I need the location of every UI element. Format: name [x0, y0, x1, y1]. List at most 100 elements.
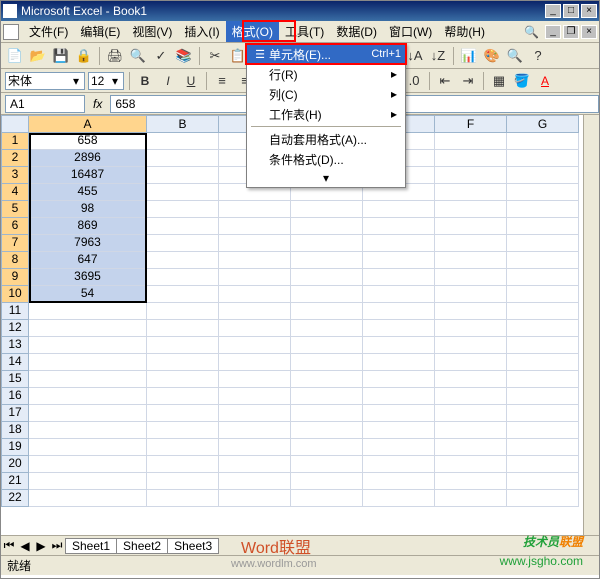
cell-B7[interactable]: [147, 235, 219, 252]
cell-F5[interactable]: [435, 201, 507, 218]
cell-C7[interactable]: [219, 235, 291, 252]
cell-B3[interactable]: [147, 167, 219, 184]
cell-A1[interactable]: 658: [29, 133, 147, 150]
cell-C12[interactable]: [219, 320, 291, 337]
close-button[interactable]: ×: [581, 4, 597, 18]
cell-F22[interactable]: [435, 490, 507, 507]
cell-D6[interactable]: [291, 218, 363, 235]
cell-G1[interactable]: [507, 133, 579, 150]
cell-G20[interactable]: [507, 456, 579, 473]
cell-A12[interactable]: [29, 320, 147, 337]
cell-A17[interactable]: [29, 405, 147, 422]
permission-icon[interactable]: 🔒: [74, 46, 94, 66]
cell-D14[interactable]: [291, 354, 363, 371]
spell-icon[interactable]: ✓: [151, 46, 171, 66]
row-header-17[interactable]: 17: [1, 405, 29, 422]
cell-F7[interactable]: [435, 235, 507, 252]
italic-icon[interactable]: I: [158, 71, 178, 91]
cell-F17[interactable]: [435, 405, 507, 422]
decrease-decimal-icon[interactable]: .0: [404, 71, 424, 91]
cell-D20[interactable]: [291, 456, 363, 473]
cell-F8[interactable]: [435, 252, 507, 269]
row-header-22[interactable]: 22: [1, 490, 29, 507]
save-icon[interactable]: 💾: [51, 46, 71, 66]
cell-G16[interactable]: [507, 388, 579, 405]
copy-icon[interactable]: 📋: [228, 46, 248, 66]
tab-last-icon[interactable]: ⏭: [49, 538, 65, 553]
row-header-9[interactable]: 9: [1, 269, 29, 286]
menu-file[interactable]: 文件(F): [23, 21, 74, 42]
cell-D16[interactable]: [291, 388, 363, 405]
cell-G5[interactable]: [507, 201, 579, 218]
cell-G7[interactable]: [507, 235, 579, 252]
row-header-11[interactable]: 11: [1, 303, 29, 320]
cell-B9[interactable]: [147, 269, 219, 286]
cell-D8[interactable]: [291, 252, 363, 269]
cell-F14[interactable]: [435, 354, 507, 371]
menu-edit[interactable]: 编辑(E): [74, 21, 126, 42]
cell-C21[interactable]: [219, 473, 291, 490]
cell-A7[interactable]: 7963: [29, 235, 147, 252]
cell-B10[interactable]: [147, 286, 219, 303]
col-header-G[interactable]: G: [507, 115, 579, 133]
cell-F21[interactable]: [435, 473, 507, 490]
cell-F11[interactable]: [435, 303, 507, 320]
underline-icon[interactable]: U: [181, 71, 201, 91]
cell-A5[interactable]: 98: [29, 201, 147, 218]
select-all-corner[interactable]: [1, 115, 29, 133]
cell-D12[interactable]: [291, 320, 363, 337]
cell-E9[interactable]: [363, 269, 435, 286]
name-box[interactable]: A1: [5, 95, 85, 113]
col-header-A[interactable]: A: [29, 115, 147, 133]
row-header-6[interactable]: 6: [1, 218, 29, 235]
cell-B16[interactable]: [147, 388, 219, 405]
font-size-combo[interactable]: 12▾: [88, 72, 124, 90]
borders-icon[interactable]: ▦: [489, 71, 509, 91]
cell-G2[interactable]: [507, 150, 579, 167]
col-header-B[interactable]: B: [147, 115, 219, 133]
row-header-13[interactable]: 13: [1, 337, 29, 354]
tab-next-icon[interactable]: ▶: [33, 539, 49, 553]
cell-E16[interactable]: [363, 388, 435, 405]
cell-G10[interactable]: [507, 286, 579, 303]
cell-B4[interactable]: [147, 184, 219, 201]
cell-E13[interactable]: [363, 337, 435, 354]
doc-minimize-button[interactable]: _: [545, 25, 561, 39]
cell-A15[interactable]: [29, 371, 147, 388]
indent-dec-icon[interactable]: ⇤: [435, 71, 455, 91]
cell-G6[interactable]: [507, 218, 579, 235]
tab-sheet3[interactable]: Sheet3: [167, 538, 219, 554]
cell-C22[interactable]: [219, 490, 291, 507]
sort-asc-icon[interactable]: ↓A: [405, 46, 425, 66]
cell-F10[interactable]: [435, 286, 507, 303]
cell-F16[interactable]: [435, 388, 507, 405]
cell-F1[interactable]: [435, 133, 507, 150]
drawing-icon[interactable]: 🎨: [482, 46, 502, 66]
row-header-10[interactable]: 10: [1, 286, 29, 303]
menu-expand-icon[interactable]: ▾: [247, 169, 405, 187]
tab-sheet1[interactable]: Sheet1: [65, 538, 117, 554]
cell-G22[interactable]: [507, 490, 579, 507]
print-icon[interactable]: 🖨: [105, 46, 125, 66]
help-search[interactable]: 🔍: [520, 25, 543, 39]
cell-D19[interactable]: [291, 439, 363, 456]
row-header-18[interactable]: 18: [1, 422, 29, 439]
cell-A10[interactable]: 54: [29, 286, 147, 303]
cell-F3[interactable]: [435, 167, 507, 184]
cell-F15[interactable]: [435, 371, 507, 388]
cell-A2[interactable]: 2896: [29, 150, 147, 167]
cell-B1[interactable]: [147, 133, 219, 150]
cell-C20[interactable]: [219, 456, 291, 473]
cell-B2[interactable]: [147, 150, 219, 167]
cell-A19[interactable]: [29, 439, 147, 456]
menu-item-row[interactable]: 行(R)▸: [247, 64, 405, 84]
menu-tools[interactable]: 工具(T): [279, 21, 330, 42]
cell-C5[interactable]: [219, 201, 291, 218]
cell-G14[interactable]: [507, 354, 579, 371]
cell-B5[interactable]: [147, 201, 219, 218]
tab-first-icon[interactable]: ⏮: [1, 538, 17, 553]
cell-G21[interactable]: [507, 473, 579, 490]
cell-F20[interactable]: [435, 456, 507, 473]
row-header-4[interactable]: 4: [1, 184, 29, 201]
cell-D18[interactable]: [291, 422, 363, 439]
